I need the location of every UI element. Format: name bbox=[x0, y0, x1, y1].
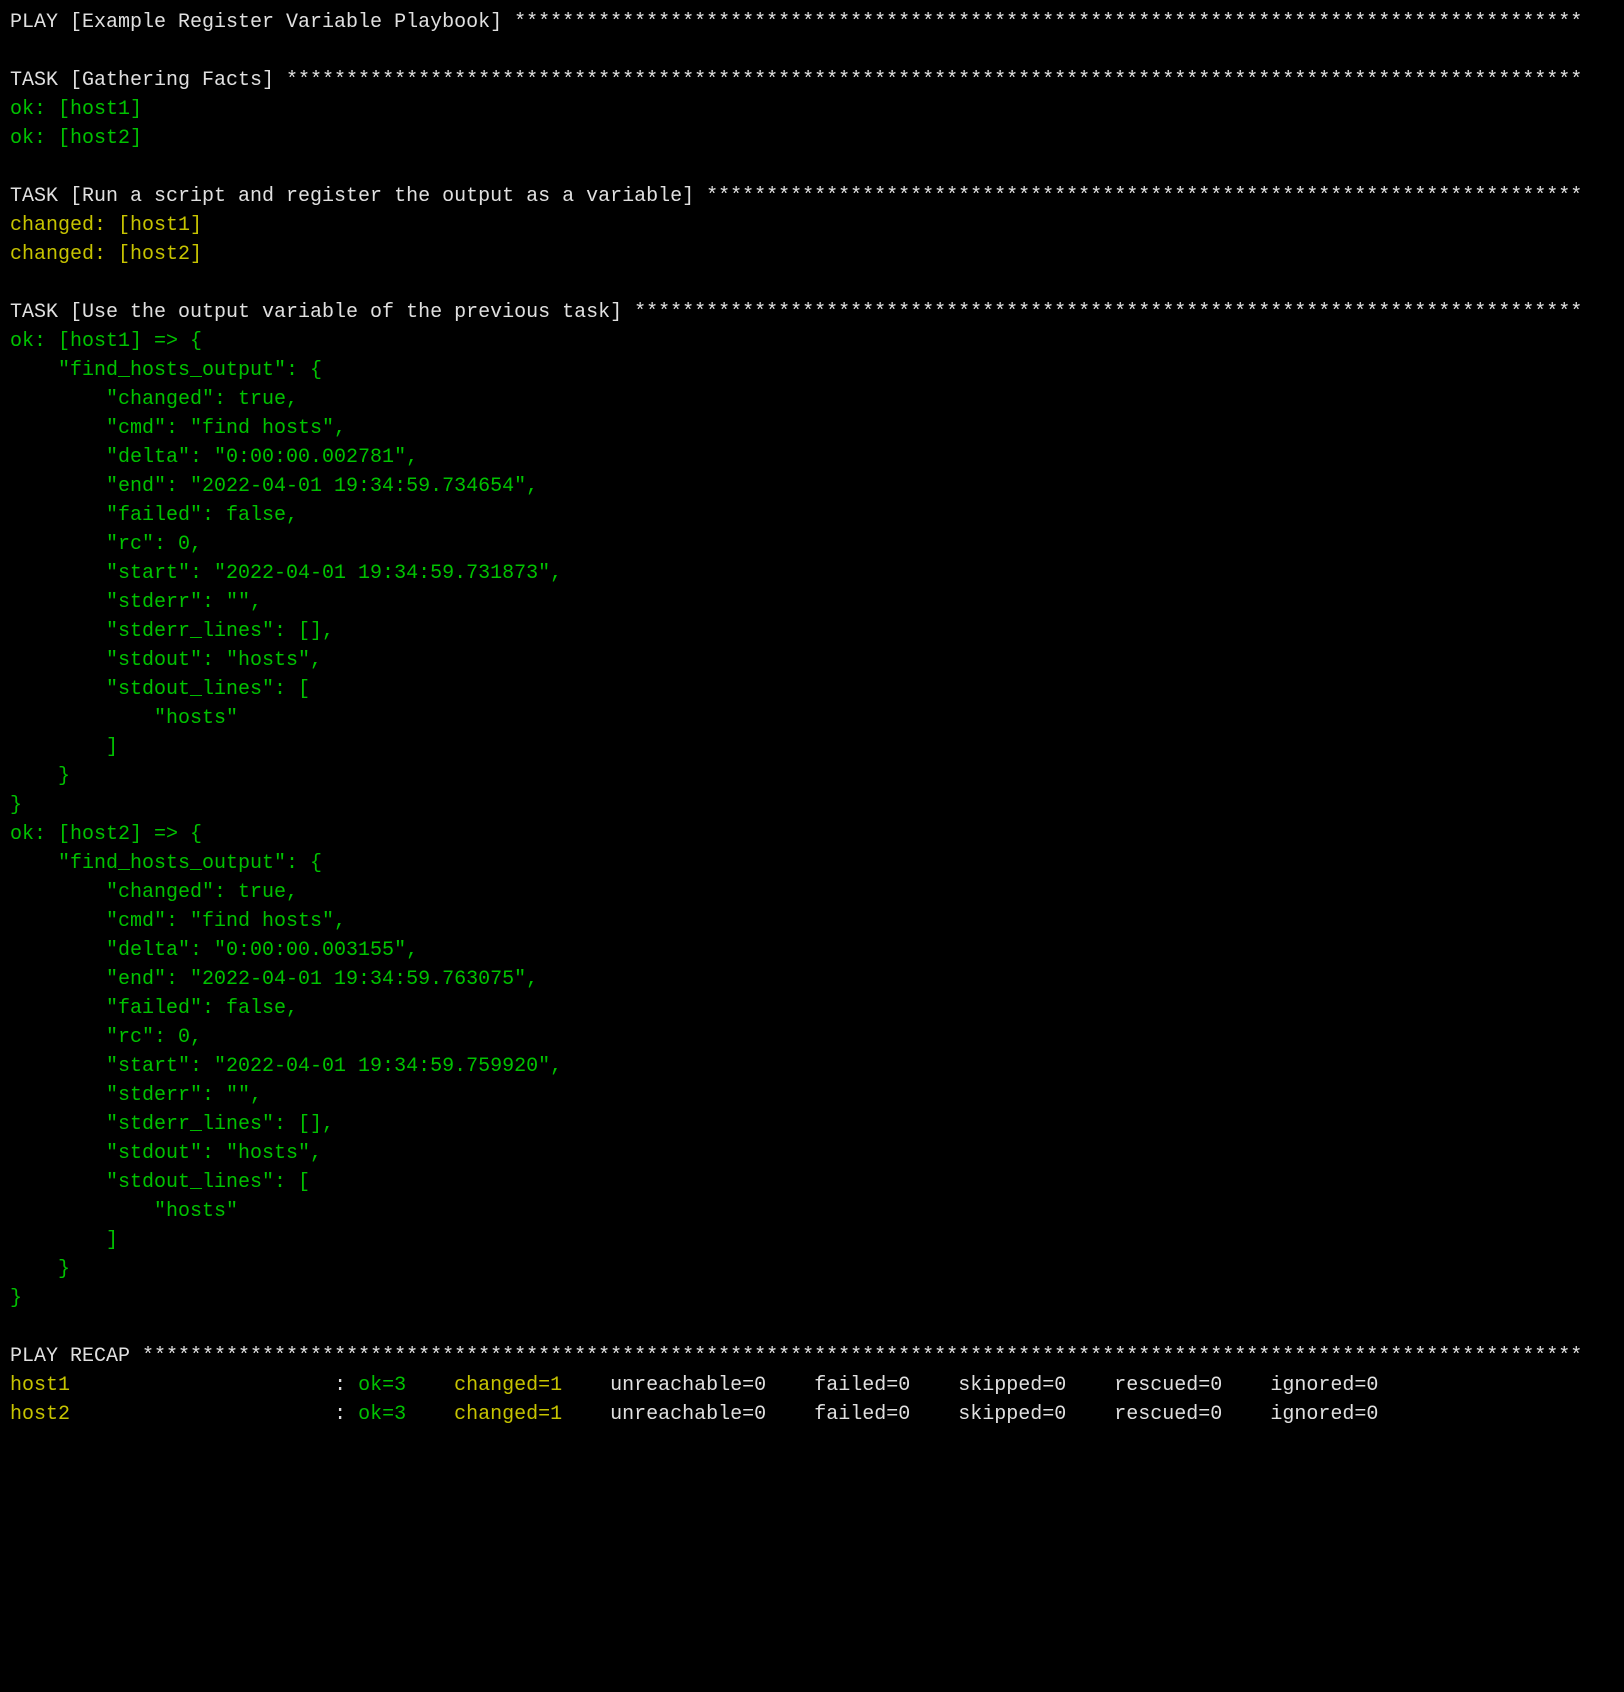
task-usevar-0-stdoutlines-open: "stdout_lines": [ bbox=[10, 678, 310, 701]
task-gather-status-0: ok: [host1] bbox=[10, 98, 142, 121]
task-header-usevar: TASK [Use the output variable of the pre… bbox=[10, 301, 634, 324]
recap-colon-1: : bbox=[334, 1403, 358, 1426]
task-gather-status-1: ok: [host2] bbox=[10, 127, 142, 150]
recap-sp1-1 bbox=[406, 1403, 454, 1426]
task-usevar-1-stdoutlines-close: ] bbox=[10, 1229, 118, 1252]
task-usevar-0-cmd: "cmd": "find hosts", bbox=[10, 417, 346, 440]
recap-sp2-1 bbox=[562, 1403, 610, 1426]
task-usevar-0-failed: "failed": false, bbox=[10, 504, 298, 527]
task-usevar-1-inner-close: } bbox=[10, 1258, 70, 1281]
task-usevar-1-stdoutlines-0: "hosts" bbox=[10, 1200, 238, 1223]
recap-rescued-0: rescued=0 bbox=[1114, 1374, 1222, 1397]
recap-ok-0: ok=3 bbox=[358, 1374, 406, 1397]
task-usevar-0-start: "start": "2022-04-01 19:34:59.731873", bbox=[10, 562, 562, 585]
recap-header: PLAY RECAP bbox=[10, 1345, 142, 1368]
task-usevar-1-stderrlines: "stderr_lines": [], bbox=[10, 1113, 334, 1136]
task-usevar-0-outer-close: } bbox=[10, 794, 22, 817]
recap-host-0: host1 bbox=[10, 1374, 334, 1397]
task-usevar-status-1: ok: [host2] => { bbox=[10, 823, 202, 846]
recap-skipped-1: skipped=0 bbox=[958, 1403, 1066, 1426]
task-usevar-var-1: "find_hosts_output": { bbox=[10, 852, 322, 875]
star-fill: ****************************************… bbox=[286, 69, 1582, 92]
task-script-status-0: changed: [host1] bbox=[10, 214, 202, 237]
recap-sp5-0 bbox=[1066, 1374, 1114, 1397]
task-usevar-0-delta: "delta": "0:00:00.002781", bbox=[10, 446, 418, 469]
recap-rescued-1: rescued=0 bbox=[1114, 1403, 1222, 1426]
task-usevar-1-stderr: "stderr": "", bbox=[10, 1084, 262, 1107]
star-fill: ****************************************… bbox=[634, 301, 1582, 324]
recap-ok-1: ok=3 bbox=[358, 1403, 406, 1426]
task-header-gather: TASK [Gathering Facts] bbox=[10, 69, 286, 92]
recap-sp5-1 bbox=[1066, 1403, 1114, 1426]
task-usevar-0-rc: "rc": 0, bbox=[10, 533, 202, 556]
recap-sp2-0 bbox=[562, 1374, 610, 1397]
task-header-script: TASK [Run a script and register the outp… bbox=[10, 185, 706, 208]
task-usevar-1-cmd: "cmd": "find hosts", bbox=[10, 910, 346, 933]
star-fill: ****************************************… bbox=[514, 11, 1582, 34]
recap-sp4-1 bbox=[910, 1403, 958, 1426]
task-usevar-0-changed: "changed": true, bbox=[10, 388, 298, 411]
task-usevar-1-outer-close: } bbox=[10, 1287, 22, 1310]
recap-ignored-0: ignored=0 bbox=[1270, 1374, 1378, 1397]
recap-sp1-0 bbox=[406, 1374, 454, 1397]
task-usevar-0-stdoutlines-close: ] bbox=[10, 736, 118, 759]
task-usevar-0-end: "end": "2022-04-01 19:34:59.734654", bbox=[10, 475, 538, 498]
task-usevar-status-0: ok: [host1] => { bbox=[10, 330, 202, 353]
task-usevar-1-changed: "changed": true, bbox=[10, 881, 298, 904]
task-usevar-1-stdout: "stdout": "hosts", bbox=[10, 1142, 322, 1165]
recap-host-1: host2 bbox=[10, 1403, 334, 1426]
task-usevar-1-start: "start": "2022-04-01 19:34:59.759920", bbox=[10, 1055, 562, 1078]
recap-sp6-0 bbox=[1222, 1374, 1270, 1397]
recap-sp4-0 bbox=[910, 1374, 958, 1397]
recap-changed-1: changed=1 bbox=[454, 1403, 562, 1426]
recap-ignored-1: ignored=0 bbox=[1270, 1403, 1378, 1426]
task-usevar-0-stdout: "stdout": "hosts", bbox=[10, 649, 322, 672]
recap-sp3-0 bbox=[766, 1374, 814, 1397]
task-usevar-1-end: "end": "2022-04-01 19:34:59.763075", bbox=[10, 968, 538, 991]
recap-unreachable-0: unreachable=0 bbox=[610, 1374, 766, 1397]
star-fill: ****************************************… bbox=[706, 185, 1582, 208]
task-usevar-0-stdoutlines-0: "hosts" bbox=[10, 707, 238, 730]
task-usevar-0-inner-close: } bbox=[10, 765, 70, 788]
recap-unreachable-1: unreachable=0 bbox=[610, 1403, 766, 1426]
task-usevar-1-stdoutlines-open: "stdout_lines": [ bbox=[10, 1171, 310, 1194]
play-header: PLAY [Example Register Variable Playbook… bbox=[10, 11, 514, 34]
recap-changed-0: changed=1 bbox=[454, 1374, 562, 1397]
recap-failed-0: failed=0 bbox=[814, 1374, 910, 1397]
recap-skipped-0: skipped=0 bbox=[958, 1374, 1066, 1397]
task-usevar-1-failed: "failed": false, bbox=[10, 997, 298, 1020]
task-script-status-1: changed: [host2] bbox=[10, 243, 202, 266]
recap-sp3-1 bbox=[766, 1403, 814, 1426]
task-usevar-1-rc: "rc": 0, bbox=[10, 1026, 202, 1049]
task-usevar-1-delta: "delta": "0:00:00.003155", bbox=[10, 939, 418, 962]
star-fill: ****************************************… bbox=[142, 1345, 1582, 1368]
recap-colon-0: : bbox=[334, 1374, 358, 1397]
recap-sp6-1 bbox=[1222, 1403, 1270, 1426]
task-usevar-0-stderrlines: "stderr_lines": [], bbox=[10, 620, 334, 643]
recap-failed-1: failed=0 bbox=[814, 1403, 910, 1426]
ansible-terminal-output: PLAY [Example Register Variable Playbook… bbox=[0, 0, 1624, 1437]
task-usevar-var-0: "find_hosts_output": { bbox=[10, 359, 322, 382]
task-usevar-0-stderr: "stderr": "", bbox=[10, 591, 262, 614]
